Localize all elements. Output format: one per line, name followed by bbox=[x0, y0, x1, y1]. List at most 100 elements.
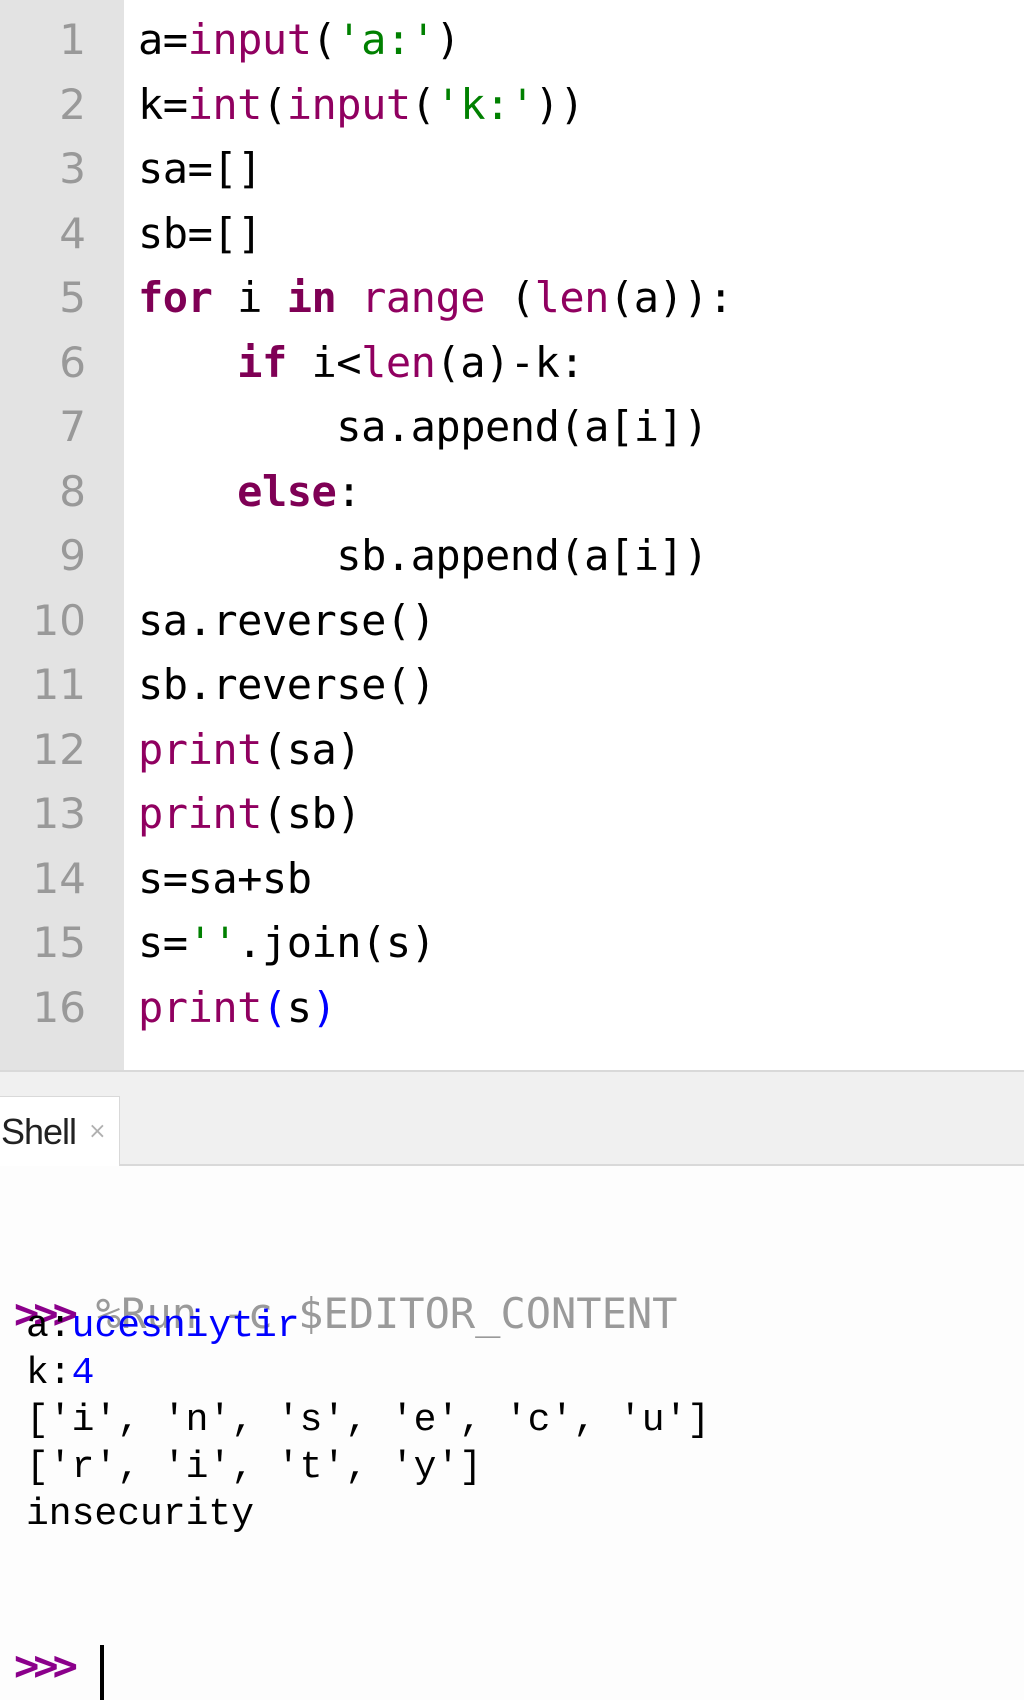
shell-output-line: k:4 bbox=[26, 1349, 94, 1399]
code-line[interactable]: if i<len(a)-k: bbox=[138, 331, 585, 395]
code-line[interactable]: sb.reverse() bbox=[138, 653, 436, 717]
code-token-plain: (sa) bbox=[261, 724, 362, 774]
code-token-str: 'k:' bbox=[435, 79, 535, 129]
text-cursor bbox=[99, 1645, 104, 1700]
shell-console[interactable]: >>> %Run -c $EDITOR_CONTENT a:ucesniytir k… bbox=[0, 1166, 1024, 1700]
line-number: 4 bbox=[59, 208, 86, 258]
line-number: 9 bbox=[59, 531, 86, 580]
line-number: 13 bbox=[32, 789, 86, 838]
thonny-ide-window: 1 2 3 4 5 6 7 8 9 10 11 12 13 14 15 16 a=input('a:') k=i… bbox=[0, 0, 1024, 1700]
input-prompt-line[interactable]: >>> bbox=[0, 1576, 104, 1700]
close-icon[interactable]: × bbox=[88, 1119, 106, 1144]
line-number: 11 bbox=[32, 660, 86, 709]
code-token-kw: else bbox=[237, 466, 337, 516]
code-token-plain: .join(s) bbox=[237, 918, 436, 967]
code-token-plain: sa.append(a[i]) bbox=[138, 402, 709, 451]
code-line[interactable]: sa.append(a[i]) bbox=[138, 395, 708, 459]
line-number: 2 bbox=[59, 79, 86, 129]
code-line[interactable]: s=sa+sb bbox=[138, 847, 312, 911]
code-token-builtin: print bbox=[138, 789, 262, 838]
code-token-plain: i bbox=[212, 273, 287, 322]
line-number-gutter: 1 2 3 4 5 6 7 8 9 10 11 12 13 14 15 16 bbox=[0, 0, 124, 1070]
line-number: 5 bbox=[59, 273, 86, 322]
code-line[interactable]: s=''.join(s) bbox=[138, 911, 436, 975]
code-line[interactable]: sb=[] bbox=[138, 202, 262, 266]
code-token-kw: for bbox=[138, 273, 213, 322]
code-line[interactable]: for i in range (len(a)): bbox=[138, 266, 733, 330]
code-line[interactable]: print(sb) bbox=[138, 782, 362, 846]
code-token-builtin: input bbox=[286, 79, 411, 129]
run-command-line: >>> %Run -c $EDITOR_CONTENT bbox=[0, 1224, 677, 1338]
line-number: 12 bbox=[32, 724, 86, 774]
code-token-plain: )) bbox=[534, 79, 585, 129]
line-number: 7 bbox=[59, 402, 86, 451]
code-token-plain: s= bbox=[138, 918, 188, 967]
code-token-builtin: range bbox=[361, 273, 486, 322]
code-token-plain: : bbox=[336, 466, 362, 516]
line-number: 8 bbox=[59, 466, 86, 516]
output-text: k: bbox=[26, 1352, 72, 1395]
code-line[interactable]: print(sa) bbox=[138, 718, 362, 782]
tab-shell[interactable]: Shell × bbox=[0, 1096, 120, 1166]
code-token-paren-match: ( bbox=[261, 982, 287, 1032]
prompt-marker: >>> bbox=[14, 1641, 78, 1690]
code-token-plain: sb.reverse() bbox=[138, 660, 436, 709]
output-text: ['i', 'n', 's', 'e', 'c', 'u'] bbox=[26, 1399, 711, 1442]
code-token-plain: a= bbox=[138, 15, 188, 64]
code-token-plain: sb.append(a[i]) bbox=[138, 531, 709, 580]
bottom-panel-tabbar: Shell × bbox=[0, 1072, 1024, 1166]
code-line[interactable]: sb.append(a[i]) bbox=[138, 524, 708, 588]
code-token-plain: ( bbox=[410, 79, 436, 129]
code-line[interactable]: a=input('a:') bbox=[138, 8, 461, 72]
code-token-builtin: input bbox=[187, 15, 312, 64]
shell-output-line: insecurity bbox=[26, 1490, 254, 1540]
code-token-plain: ( bbox=[311, 15, 337, 64]
line-number: 15 bbox=[32, 918, 86, 967]
code-token-plain: s bbox=[286, 982, 312, 1032]
code-token-builtin: len bbox=[361, 337, 436, 387]
code-line[interactable]: k=int(input('k:')) bbox=[138, 73, 585, 137]
code-token-plain: ) bbox=[435, 15, 461, 64]
line-number: 1 bbox=[59, 15, 86, 64]
code-token-plain: ( bbox=[261, 79, 287, 129]
tab-shell-label: Shell bbox=[1, 1110, 77, 1152]
output-text: insecurity bbox=[26, 1493, 255, 1536]
code-token-kw: in bbox=[286, 273, 337, 322]
code-token-plain: ( bbox=[485, 273, 535, 322]
code-token-plain: sa=[] bbox=[138, 144, 262, 193]
code-token-paren-match: ) bbox=[311, 982, 337, 1032]
shell-output-line: ['i', 'n', 's', 'e', 'c', 'u'] bbox=[26, 1396, 710, 1446]
code-token-str: 'a:' bbox=[336, 15, 436, 64]
line-number: 3 bbox=[59, 144, 86, 193]
line-number: 6 bbox=[59, 337, 86, 387]
code-token-kw: if bbox=[237, 337, 287, 387]
output-text: ['r', 'i', 't', 'y'] bbox=[26, 1446, 483, 1489]
code-token-str: '' bbox=[187, 918, 238, 967]
shell-output-line: ['r', 'i', 't', 'y'] bbox=[26, 1443, 482, 1493]
output-text: a: bbox=[26, 1305, 72, 1348]
code-editor[interactable]: 1 2 3 4 5 6 7 8 9 10 11 12 13 14 15 16 a=input('a:') k=i… bbox=[0, 0, 1024, 1072]
code-token-plain: k= bbox=[138, 79, 188, 129]
line-number: 14 bbox=[32, 853, 86, 903]
code-token-plain: sa.reverse() bbox=[138, 595, 436, 645]
code-line[interactable]: else: bbox=[138, 460, 361, 524]
user-input-text: ucesniytir bbox=[71, 1305, 300, 1348]
code-token-builtin: len bbox=[534, 273, 610, 322]
code-token-plain: s=sa+sb bbox=[138, 853, 312, 903]
code-token-builtin: int bbox=[187, 79, 263, 129]
code-token-plain: sb=[] bbox=[138, 208, 262, 258]
user-input-text: 4 bbox=[71, 1352, 95, 1395]
code-token-plain: (sb) bbox=[261, 789, 362, 838]
code-line[interactable]: sa=[] bbox=[138, 137, 262, 201]
code-line[interactable]: sa.reverse() bbox=[138, 589, 436, 653]
code-token-builtin: print bbox=[138, 982, 262, 1032]
code-line[interactable]: print(s) bbox=[138, 976, 337, 1040]
line-number: 16 bbox=[32, 982, 86, 1032]
code-token-plain: (a)-k: bbox=[435, 337, 585, 387]
code-token-plain: i< bbox=[286, 337, 362, 387]
code-token-plain: (a)): bbox=[608, 273, 733, 322]
shell-output-line: a:ucesniytir bbox=[26, 1302, 300, 1352]
